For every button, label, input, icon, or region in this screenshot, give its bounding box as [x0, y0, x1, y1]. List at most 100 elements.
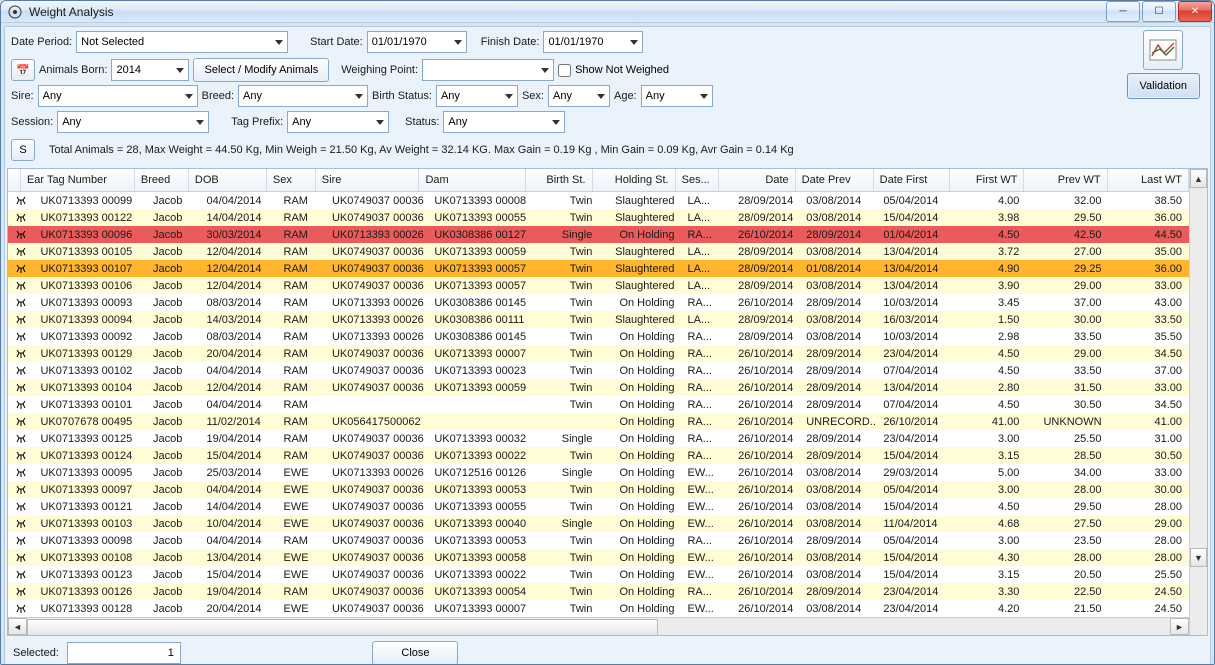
scroll-up-button[interactable]: ▲	[1190, 169, 1207, 188]
sex-combo[interactable]: Any	[548, 85, 610, 107]
maximize-button[interactable]: ☐	[1142, 1, 1176, 22]
col-icon[interactable]	[8, 169, 21, 191]
table-row[interactable]: UK0713393 00122Jacob14/04/2014RAMUK07490…	[8, 209, 1189, 226]
start-date-combo[interactable]: 01/01/1970	[367, 31, 467, 53]
status-combo[interactable]: Any	[443, 111, 565, 133]
cell-date-prev: 03/08/2014	[800, 328, 877, 345]
calendar-tool-button[interactable]: 📅	[11, 59, 35, 81]
scroll-thumb[interactable]	[27, 619, 658, 635]
cell-dob: 04/04/2014	[200, 396, 277, 413]
close-window-button[interactable]: ✕	[1178, 1, 1212, 22]
col-session[interactable]: Ses...	[676, 169, 720, 191]
age-combo[interactable]: Any	[641, 85, 713, 107]
table-row[interactable]: UK0713393 00096Jacob30/03/2014RAMUK07133…	[8, 226, 1189, 243]
table-row[interactable]: UK0713393 00099Jacob04/04/2014RAMUK07490…	[8, 192, 1189, 209]
minimize-button[interactable]: ─	[1106, 1, 1140, 22]
col-birth-st[interactable]: Birth St.	[526, 169, 592, 191]
table-row[interactable]: UK0713393 00125Jacob19/04/2014RAMUK07490…	[8, 430, 1189, 447]
cell-date-prev: UNRECORD...	[800, 413, 877, 430]
weighing-point-combo[interactable]	[422, 59, 554, 81]
grid-body[interactable]: UK0713393 00099Jacob04/04/2014RAMUK07490…	[8, 192, 1189, 617]
horizontal-scrollbar[interactable]: ◄ ►	[8, 617, 1189, 635]
table-row[interactable]: UK0713393 00104Jacob12/04/2014RAMUK07490…	[8, 379, 1189, 396]
col-sex[interactable]: Sex	[267, 169, 316, 191]
selected-count-box: 1	[67, 642, 181, 664]
table-row[interactable]: UK0713393 00098Jacob04/04/2014RAMUK07490…	[8, 532, 1189, 549]
finish-date-combo[interactable]: 01/01/1970	[543, 31, 643, 53]
cell-ear-tag: UK0713393 00107	[34, 260, 147, 277]
scroll-right-button[interactable]: ►	[1170, 618, 1189, 635]
table-row[interactable]: UK0713393 00126Jacob19/04/2014RAMUK07490…	[8, 583, 1189, 600]
table-row[interactable]: UK0713393 00092Jacob08/03/2014RAMUK07133…	[8, 328, 1189, 345]
table-row[interactable]: UK0713393 00102Jacob04/04/2014RAMUK07490…	[8, 362, 1189, 379]
table-row[interactable]: UK0713393 00129Jacob20/04/2014RAMUK07490…	[8, 345, 1189, 362]
table-row[interactable]: UK0713393 00108Jacob13/04/2014EWEUK07490…	[8, 549, 1189, 566]
table-row[interactable]: UK0713393 00105Jacob12/04/2014RAMUK07490…	[8, 243, 1189, 260]
cell-dam: UK0308386 00127	[428, 226, 534, 243]
col-last-wt[interactable]: Last WT	[1108, 169, 1189, 191]
cell-ear-tag: UK0713393 00103	[34, 515, 147, 532]
table-row[interactable]: UK0713393 00123Jacob15/04/2014EWEUK07490…	[8, 566, 1189, 583]
table-row[interactable]: UK0713393 00106Jacob12/04/2014RAMUK07490…	[8, 277, 1189, 294]
cell-date: 26/10/2014	[725, 498, 800, 515]
table-row[interactable]: UK0713393 00103Jacob10/04/2014EWEUK07490…	[8, 515, 1189, 532]
table-row[interactable]: UK0713393 00128Jacob20/04/2014EWEUK07490…	[8, 600, 1189, 617]
col-date-first[interactable]: Date First	[874, 169, 950, 191]
chart-button[interactable]	[1143, 30, 1183, 70]
close-button[interactable]: Close	[372, 641, 458, 665]
tag-prefix-combo[interactable]: Any	[287, 111, 389, 133]
cell-sire: UK0749037 00036	[326, 532, 428, 549]
table-row[interactable]: UK0713393 00107Jacob12/04/2014RAMUK07490…	[8, 260, 1189, 277]
s-summary-button[interactable]: S	[11, 139, 35, 161]
table-row[interactable]: UK0713393 00094Jacob14/03/2014RAMUK07133…	[8, 311, 1189, 328]
animals-born-combo[interactable]: 2014	[111, 59, 189, 81]
cell-first-wt: 41.00	[953, 413, 1027, 430]
titlebar[interactable]: Weight Analysis ─ ☐ ✕	[1, 1, 1214, 23]
col-prev-wt[interactable]: Prev WT	[1024, 169, 1107, 191]
scroll-left-button[interactable]: ◄	[8, 618, 27, 635]
cell-prev-wt: 27.50	[1026, 515, 1108, 532]
animal-icon	[8, 362, 34, 379]
col-holding-st[interactable]: Holding St.	[593, 169, 676, 191]
animal-icon	[8, 277, 34, 294]
breed-combo[interactable]: Any	[238, 85, 368, 107]
show-not-weighed-checkbox[interactable]: Show Not Weighed	[558, 64, 669, 77]
validation-button[interactable]: Validation	[1127, 73, 1201, 99]
col-first-wt[interactable]: First WT	[950, 169, 1025, 191]
col-sire[interactable]: Sire	[316, 169, 420, 191]
grid-header[interactable]: Ear Tag Number Breed DOB Sex Sire Dam Bi…	[8, 169, 1189, 192]
table-row[interactable]: UK0713393 00093Jacob08/03/2014RAMUK07133…	[8, 294, 1189, 311]
col-dam[interactable]: Dam	[419, 169, 526, 191]
cell-date-prev: 03/08/2014	[800, 549, 877, 566]
show-not-weighed-input[interactable]	[558, 64, 571, 77]
cell-sire: UK0749037 00036	[326, 379, 428, 396]
cell-sex: EWE	[278, 481, 326, 498]
table-row[interactable]: UK0713393 00097Jacob04/04/2014EWEUK07490…	[8, 481, 1189, 498]
col-dob[interactable]: DOB	[189, 169, 267, 191]
cell-sire: UK0713393 00026	[326, 226, 428, 243]
cell-dam: UK0308386 00145	[428, 328, 534, 345]
cell-dam	[428, 413, 534, 430]
table-row[interactable]: UK0707678 00495Jacob11/02/2014RAMUK05641…	[8, 413, 1189, 430]
col-date[interactable]: Date	[719, 169, 795, 191]
col-ear-tag[interactable]: Ear Tag Number	[21, 169, 135, 191]
scroll-track[interactable]	[27, 619, 1170, 634]
table-row[interactable]: UK0713393 00121Jacob14/04/2014EWEUK07490…	[8, 498, 1189, 515]
col-date-prev[interactable]: Date Prev	[796, 169, 874, 191]
table-row[interactable]: UK0713393 00124Jacob15/04/2014RAMUK07490…	[8, 447, 1189, 464]
vertical-scrollbar[interactable]: ▲ ▼	[1189, 169, 1207, 635]
scroll-down-button[interactable]: ▼	[1190, 548, 1207, 567]
cell-dob: 25/03/2014	[200, 464, 277, 481]
sire-combo[interactable]: Any	[38, 85, 198, 107]
session-combo[interactable]: Any	[57, 111, 209, 133]
select-modify-animals-button[interactable]: Select / Modify Animals	[193, 58, 329, 82]
date-period-combo[interactable]: Not Selected	[76, 31, 288, 53]
table-row[interactable]: UK0713393 00101Jacob04/04/2014RAMTwinOn …	[8, 396, 1189, 413]
table-row[interactable]: UK0713393 00095Jacob25/03/2014EWEUK07133…	[8, 464, 1189, 481]
cell-birth-st: Twin	[534, 243, 599, 260]
cell-ear-tag: UK0713393 00093	[34, 294, 147, 311]
sire-label: Sire:	[11, 90, 34, 102]
birth-status-combo[interactable]: Any	[436, 85, 518, 107]
col-breed[interactable]: Breed	[135, 169, 189, 191]
cell-birth-st: Twin	[534, 294, 599, 311]
